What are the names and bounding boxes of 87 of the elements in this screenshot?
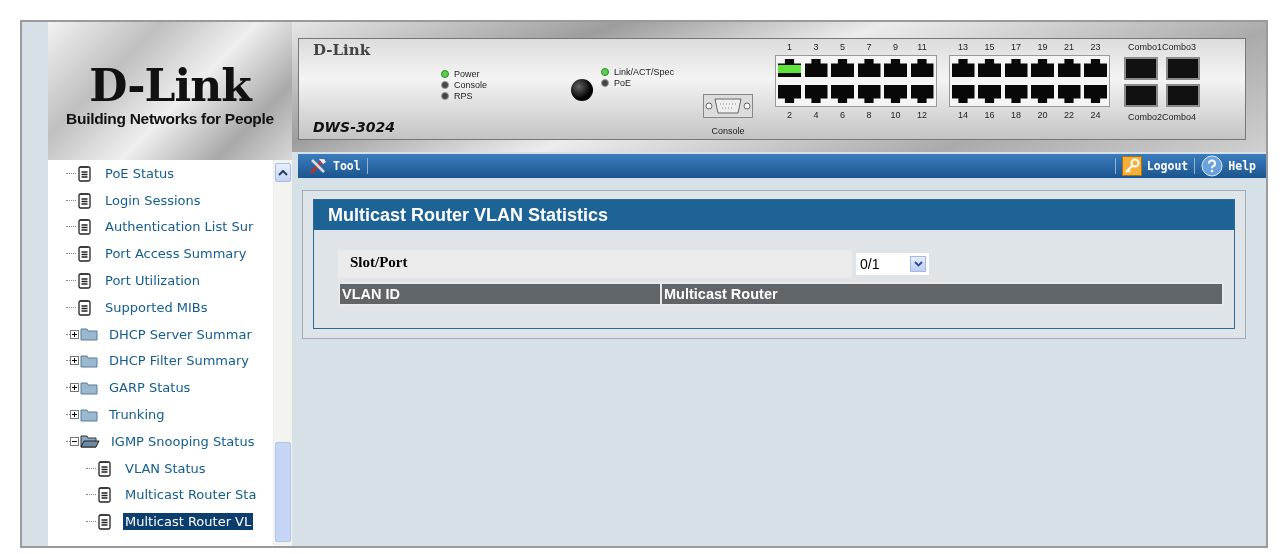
panel-title: Multicast Router VLAN Statistics <box>314 200 1234 230</box>
port-number: 24 <box>1089 110 1102 120</box>
brand-tagline: Building Networks for People <box>66 110 274 128</box>
port-number: 15 <box>983 42 996 52</box>
port-number: 9 <box>892 42 899 52</box>
tree-item[interactable]: IGMP Snooping Status <box>109 432 257 450</box>
port-label: Combo4 <box>1162 112 1197 122</box>
port-number: 20 <box>1036 110 1049 120</box>
port-number: 22 <box>1063 110 1075 120</box>
port-number: 5 <box>839 42 846 52</box>
led-label: Link/ACT/Spec <box>614 67 675 77</box>
port-label: Combo3 <box>1162 42 1197 52</box>
port-number: 11 <box>916 42 928 52</box>
port-number: 13 <box>957 42 969 52</box>
expand-icon[interactable] <box>70 383 79 393</box>
port-number: 8 <box>865 110 873 120</box>
expand-icon[interactable] <box>70 329 79 339</box>
document-icon <box>78 245 91 263</box>
port-number: 6 <box>839 110 846 120</box>
port-number: 18 <box>1010 110 1022 120</box>
scrollbar[interactable] <box>273 160 292 546</box>
tree-item[interactable]: VLAN Status <box>123 459 208 477</box>
port-number: 2 <box>786 110 793 120</box>
folder-icon <box>80 327 98 342</box>
led-label: Console <box>454 80 488 90</box>
port-number: 21 <box>1063 42 1075 52</box>
slot-port-dropdown[interactable]: 0/1 <box>856 253 929 275</box>
document-icon <box>98 486 111 504</box>
help-button[interactable]: Help <box>1195 155 1262 177</box>
folder-icon <box>80 380 98 395</box>
tree-item[interactable]: Login Sessions <box>103 191 203 209</box>
tool-button[interactable]: Tool <box>302 157 367 175</box>
tree-item[interactable]: DHCP Filter Summary <box>107 352 251 370</box>
folder-icon <box>80 353 98 368</box>
document-icon <box>98 513 111 531</box>
help-icon <box>1201 155 1224 177</box>
field-label: Slot/Port <box>338 250 852 278</box>
port-number: 23 <box>1089 42 1102 52</box>
document-icon <box>78 191 91 209</box>
scroll-thumb[interactable] <box>275 442 291 542</box>
tools-icon <box>308 157 328 175</box>
port-number: 16 <box>983 110 996 120</box>
expand-icon[interactable] <box>70 356 79 366</box>
chevron-up-icon <box>278 169 288 176</box>
document-icon <box>98 459 111 477</box>
tree-item[interactable]: DHCP Server Summar <box>107 325 254 343</box>
scroll-up-button[interactable] <box>275 163 291 182</box>
column-header: Multicast Router <box>663 285 779 304</box>
port-number: 7 <box>865 42 873 52</box>
tree-item[interactable]: Multicast Router Sta <box>123 486 259 504</box>
port-number: 19 <box>1036 42 1049 52</box>
document-icon <box>78 298 91 316</box>
logout-button[interactable]: Logout <box>1115 156 1195 176</box>
device-brand: D-Link <box>313 41 372 59</box>
port-label: Combo2 <box>1127 112 1162 122</box>
collapse-icon[interactable] <box>70 436 79 446</box>
port-label: Combo1 <box>1127 42 1162 52</box>
tree-item[interactable]: PoE Status <box>103 164 177 182</box>
document-icon <box>78 164 91 182</box>
port-number: 1 <box>786 42 793 52</box>
tree-item[interactable]: Port Access Summary <box>103 245 249 263</box>
led-label: PoE <box>614 78 631 88</box>
column-header: VLAN ID <box>340 284 662 304</box>
port-number: 12 <box>916 110 928 120</box>
brand-logo: D-Link <box>89 64 251 108</box>
open-folder-icon <box>80 434 100 449</box>
port-number: 17 <box>1010 42 1022 52</box>
document-icon <box>78 218 91 236</box>
led-label: RPS <box>454 91 473 101</box>
port-number: 4 <box>812 110 820 120</box>
port-number: 14 <box>957 110 969 120</box>
port-label: Console <box>711 126 745 136</box>
port-number: 10 <box>889 110 902 120</box>
folder-icon <box>80 407 98 422</box>
led-label: Power <box>454 69 480 79</box>
expand-icon[interactable] <box>70 410 79 420</box>
document-icon <box>78 272 91 290</box>
tree-item[interactable]: GARP Status <box>107 379 193 397</box>
tree-item[interactable]: Port Utilization <box>103 272 203 290</box>
tree-item[interactable]: Supported MIBs <box>103 298 210 316</box>
key-icon <box>1121 156 1142 176</box>
serial-port-icon <box>703 94 753 118</box>
device-model: DWS-3024 <box>313 119 396 135</box>
tree-item[interactable]: Trunking <box>107 406 167 424</box>
tree-item[interactable]: Multicast Router VL <box>123 513 254 531</box>
port-number: 3 <box>812 42 820 52</box>
tree-item[interactable]: Authentication List Sur <box>103 218 256 236</box>
